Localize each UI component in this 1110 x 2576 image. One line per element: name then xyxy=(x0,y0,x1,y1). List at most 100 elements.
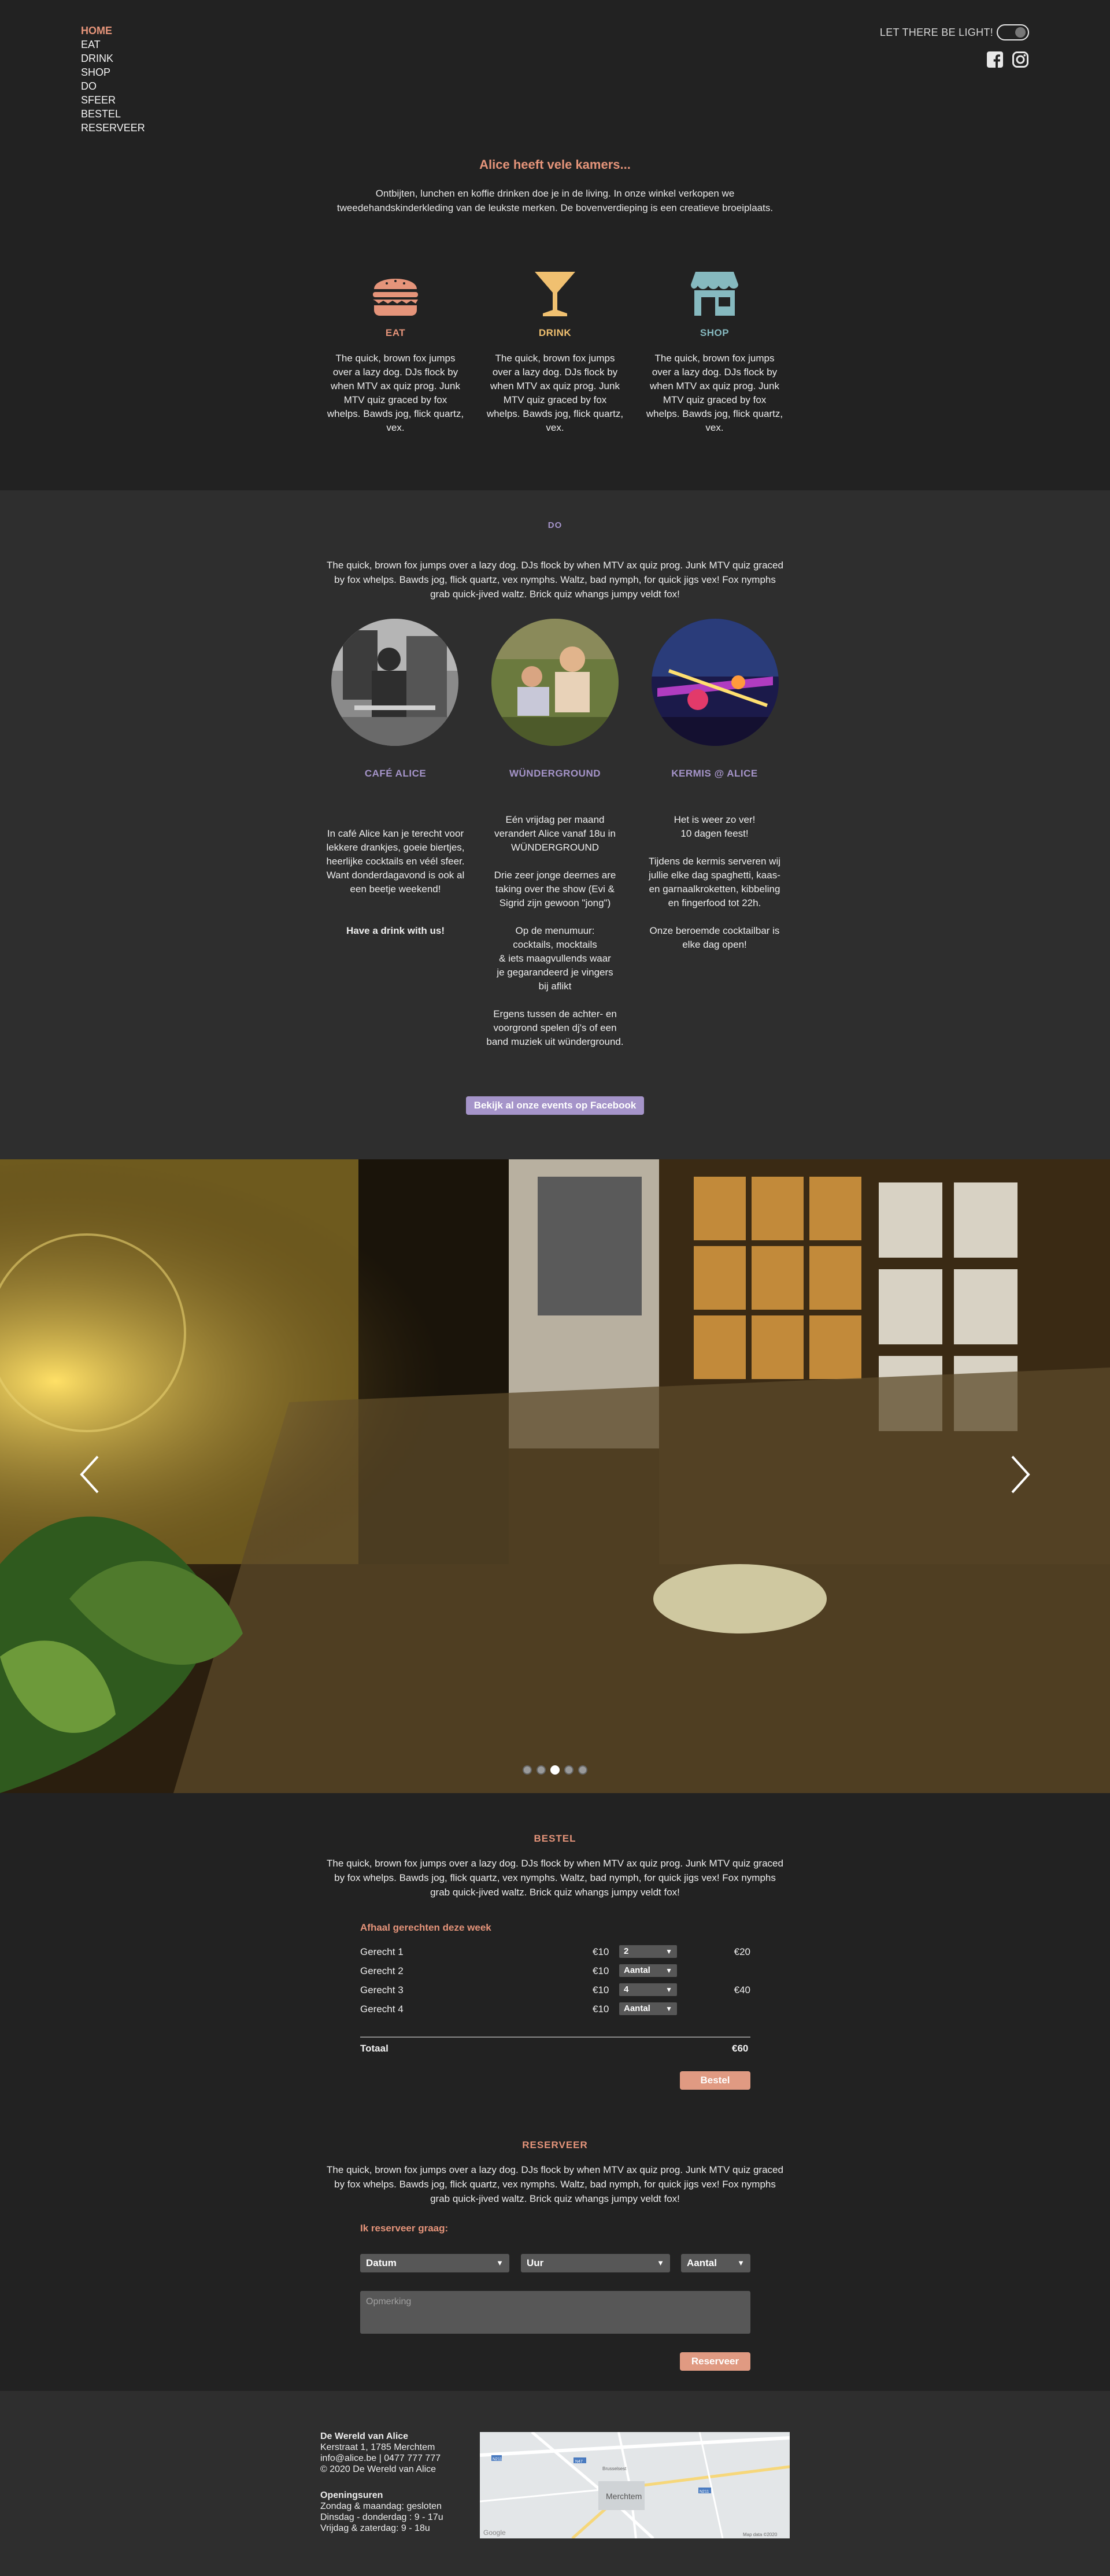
total-value: €60 xyxy=(732,2043,749,2054)
quantity-select[interactable]: Aantal ▼ xyxy=(619,2002,677,2015)
caret-down-icon: ▼ xyxy=(665,1967,672,1975)
facebook-square-icon[interactable] xyxy=(986,51,1004,68)
cafe-alice-text: In café Alice kan je terecht voor lekker… xyxy=(326,828,465,895)
intro-text: Ontbijten, lunchen en koffie drinken doe… xyxy=(336,188,774,213)
quantity-value: 2 xyxy=(624,1946,629,1956)
do-text: The quick, brown fox jumps over a lazy d… xyxy=(327,560,783,600)
footer-copyright: © 2020 De Wereld van Alice xyxy=(320,2464,436,2474)
footer-contact: De Wereld van Alice Kerstraat 1, 1785 Me… xyxy=(320,2431,441,2475)
kermis-title: KERMIS @ ALICE xyxy=(671,768,758,779)
caret-down-icon: ▼ xyxy=(496,2259,504,2267)
dish-name: Gerecht 4 xyxy=(360,2004,404,2015)
caret-down-icon: ▼ xyxy=(737,2259,745,2267)
hours-line: Dinsdag - donderdag : 9 - 17u xyxy=(320,2512,443,2522)
caret-down-icon: ▼ xyxy=(657,2259,664,2267)
dish-price: €10 xyxy=(593,1965,609,1976)
cafe-alice-photo xyxy=(331,619,458,746)
main-nav: HOME EAT DRINK SHOP DO SFEER BESTEL RESE… xyxy=(81,24,145,134)
map-road-label: N47 xyxy=(575,2460,583,2464)
slider-dot[interactable] xyxy=(578,1765,587,1775)
order-row: Gerecht 2 €10 Aantal ▼ xyxy=(360,1964,750,1979)
bestel-text: The quick, brown fox jumps over a lazy d… xyxy=(327,1858,783,1898)
reserveer-button[interactable]: Reserveer xyxy=(680,2352,750,2371)
caret-down-icon: ▼ xyxy=(665,1986,672,1994)
chevron-left-icon[interactable] xyxy=(78,1454,101,1495)
nav-bestel[interactable]: BESTEL xyxy=(81,108,145,120)
footer-contact-line: info@alice.be | 0477 777 777 xyxy=(320,2453,441,2463)
map-place-label: Brusselsest xyxy=(602,2466,627,2471)
dish-name: Gerecht 1 xyxy=(360,1946,404,1957)
quantity-select[interactable]: 4 ▼ xyxy=(619,1983,677,1996)
dish-price: €10 xyxy=(593,2004,609,2015)
light-toggle-label: LET THERE BE LIGHT! xyxy=(879,27,993,38)
date-select[interactable]: Datum ▼ xyxy=(360,2254,509,2272)
map-attribution: Map data ©2020 xyxy=(743,2532,778,2537)
intro-title: Alice heeft vele kamers... xyxy=(479,157,631,172)
feature-text: The quick, brown fox jumps over a lazy d… xyxy=(646,353,783,433)
nav-drink[interactable]: DRINK xyxy=(81,52,145,65)
order-row: Gerecht 1 €10 2 ▼ €20 xyxy=(360,1945,750,1960)
wunderground-text: Eén vrijdag per maand verandert Alice va… xyxy=(486,814,624,1047)
feature-title: EAT xyxy=(385,327,406,338)
wunderground-photo xyxy=(491,619,619,746)
time-select-value: Uur xyxy=(527,2257,544,2268)
instagram-icon[interactable] xyxy=(1012,51,1029,68)
chevron-right-icon[interactable] xyxy=(1009,1454,1032,1495)
nav-home[interactable]: HOME xyxy=(81,24,145,37)
wunderground-title: WÜNDERGROUND xyxy=(509,768,601,779)
order-row: Gerecht 4 €10 Aantal ▼ xyxy=(360,2002,750,2017)
time-select[interactable]: Uur ▼ xyxy=(521,2254,670,2272)
light-toggle[interactable] xyxy=(997,24,1029,40)
quantity-select[interactable]: Aantal ▼ xyxy=(619,1964,677,1977)
dish-price: €10 xyxy=(593,1946,609,1957)
map-road-label: N211 xyxy=(493,2457,502,2462)
quantity-select[interactable]: 2 ▼ xyxy=(619,1945,677,1958)
guest-count-select[interactable]: Aantal ▼ xyxy=(681,2254,750,2272)
nav-shop[interactable]: SHOP xyxy=(81,66,145,79)
feature-eat: EAT The quick, brown fox jumps over a la… xyxy=(326,267,465,435)
bestel-subtitle: Afhaal gerechten deze week xyxy=(360,1922,491,1933)
location-map[interactable]: N211 N47 N211 Brusselsest Merchtem Googl… xyxy=(480,2432,790,2538)
slider-photo xyxy=(0,1159,1110,1793)
nav-do[interactable]: DO xyxy=(81,80,145,93)
map-town-label: Merchtem xyxy=(606,2492,642,2501)
nav-eat[interactable]: EAT xyxy=(81,38,145,51)
feature-text: The quick, brown fox jumps over a lazy d… xyxy=(486,353,624,433)
google-logo: Google xyxy=(483,2529,506,2537)
quantity-value: Aantal xyxy=(624,2004,650,2013)
slider-dot-active[interactable] xyxy=(550,1765,560,1775)
divider xyxy=(360,2037,750,2038)
caret-down-icon: ▼ xyxy=(665,2005,672,2013)
slider-dots xyxy=(0,1765,1110,1775)
reserveer-subtitle: Ik reserveer graag: xyxy=(360,2223,449,2234)
order-row: Gerecht 3 €10 4 ▼ €40 xyxy=(360,1983,750,1998)
bestel-button[interactable]: Bestel xyxy=(680,2071,750,2090)
guest-count-value: Aantal xyxy=(687,2257,717,2268)
date-select-value: Datum xyxy=(366,2257,397,2268)
photo-slider[interactable] xyxy=(0,1159,1110,1793)
slider-dot[interactable] xyxy=(523,1765,532,1775)
reserveer-text: The quick, brown fox jumps over a lazy d… xyxy=(327,2164,783,2204)
nav-sfeer[interactable]: SFEER xyxy=(81,94,145,106)
do-title: DO xyxy=(547,520,563,530)
cafe-alice-text-block: In café Alice kan je terecht voor lekker… xyxy=(326,813,465,952)
feature-title: SHOP xyxy=(700,327,730,338)
footer-address: Kerstraat 1, 1785 Merchtem xyxy=(320,2442,435,2452)
cafe-alice-cta: Have a drink with us! xyxy=(346,925,445,936)
burger-icon xyxy=(373,279,418,316)
slider-dot[interactable] xyxy=(564,1765,574,1775)
cafe-alice-title: CAFÉ ALICE xyxy=(364,768,427,779)
dish-name: Gerecht 2 xyxy=(360,1965,404,1976)
remark-field[interactable] xyxy=(360,2291,750,2334)
nav-reserveer[interactable]: RESERVEER xyxy=(81,121,145,134)
map-road-label: N211 xyxy=(700,2490,709,2494)
toggle-knob xyxy=(1015,27,1026,38)
quantity-value: Aantal xyxy=(624,1965,650,1975)
reserveer-title: RESERVEER xyxy=(522,2139,588,2150)
facebook-events-button[interactable]: Bekijk al onze events op Facebook xyxy=(466,1096,644,1115)
feature-text: The quick, brown fox jumps over a lazy d… xyxy=(327,353,464,433)
header-tools: LET THERE BE LIGHT! xyxy=(856,24,1029,71)
hours-line: Vrijdag & zaterdag: 9 - 18u xyxy=(320,2523,430,2533)
map-graphic: N211 N47 N211 Brusselsest Merchtem Googl… xyxy=(480,2432,790,2538)
slider-dot[interactable] xyxy=(536,1765,546,1775)
